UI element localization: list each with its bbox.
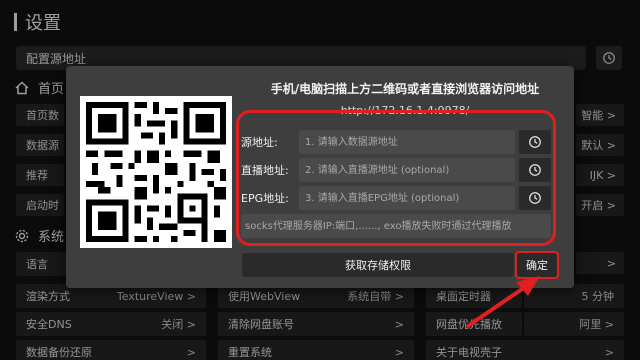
annotation-arrow [466,276,540,328]
